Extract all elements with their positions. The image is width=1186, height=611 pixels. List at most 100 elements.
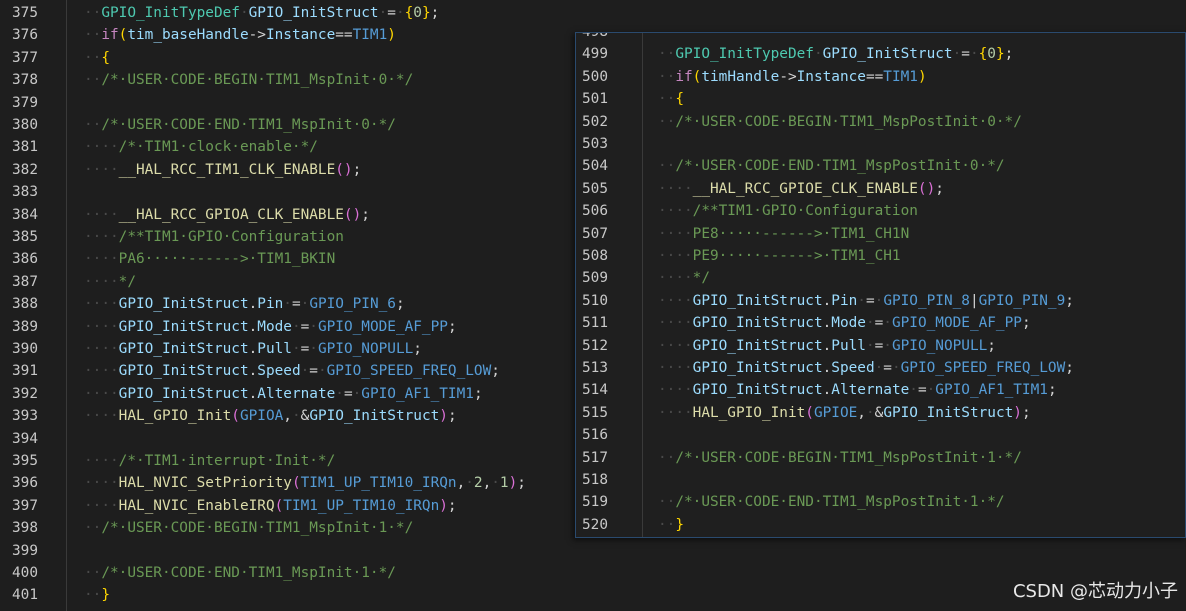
- code-line[interactable]: 508 ····PE9·····------>·TIM1_CH1: [576, 245, 1185, 267]
- code-token: /**TIM1·GPIO·Configuration: [692, 203, 918, 220]
- code-token: ==: [335, 27, 353, 44]
- code-line[interactable]: 400 ··/*·USER·CODE·END·TIM1_MspInit·1·*/: [0, 562, 1186, 584]
- code-line[interactable]: 516: [576, 424, 1185, 446]
- code-line[interactable]: 519 ··/*·USER·CODE·END·TIM1_MspPostInit·1…: [576, 491, 1185, 513]
- right-code-editor[interactable]: 498 499 ··GPIO_InitTypeDef·GPIO_InitStruct…: [575, 32, 1186, 538]
- code-token: GPIO_PIN_8: [883, 292, 970, 309]
- line-number: 512: [582, 337, 608, 354]
- line-number: 381: [12, 139, 38, 156]
- code-line[interactable]: 507 ····PE8·····------>·TIM1_CH1N: [576, 223, 1185, 245]
- code-token: ·: [883, 337, 892, 354]
- code-line[interactable]: 500 ··if(timHandle->Instance==TIM1): [576, 66, 1185, 88]
- code-text: ··/*·USER·CODE·END·TIM1_MspPostInit·1·*/: [658, 491, 1005, 513]
- code-token: ·: [352, 385, 362, 402]
- code-line[interactable]: 510 ····GPIO_InitStruct.Pin·=·GPIO_PIN_8|…: [576, 290, 1185, 312]
- code-line[interactable]: 401 ··}: [0, 584, 1186, 606]
- code-token: ··: [658, 494, 676, 511]
- code-token: ····: [658, 292, 693, 309]
- code-line[interactable]: 509 ····*/: [576, 267, 1185, 289]
- code-token: /*·USER·CODE·BEGIN·TIM1_MspPostInit·0·*/: [675, 113, 1022, 130]
- code-text: ··}: [84, 584, 110, 606]
- code-text: ··/*·USER·CODE·END·TIM1_MspInit·0·*/: [84, 114, 396, 136]
- code-text: ··/*·USER·CODE·END·TIM1_MspPostInit·0·*/: [658, 155, 1005, 177]
- code-token: ,: [283, 408, 292, 425]
- line-number: 506: [582, 203, 608, 220]
- line-number: 391: [12, 363, 38, 380]
- code-token: ·: [283, 296, 292, 313]
- code-line[interactable]: 498: [576, 33, 1185, 43]
- code-token: .: [822, 382, 832, 399]
- code-token: ····: [658, 337, 693, 354]
- code-token: ····: [84, 318, 119, 335]
- code-text: ····GPIO_InitStruct.Pull·=·GPIO_NOPULL;: [658, 335, 996, 357]
- code-token: {: [101, 49, 110, 66]
- code-token: /*·USER·CODE·BEGIN·TIM1_MspInit·1·*/: [101, 520, 414, 537]
- code-token: ,: [482, 475, 492, 492]
- code-token: .: [248, 318, 258, 335]
- code-token: Alternate: [257, 385, 336, 402]
- code-token: TIM1_UP_TIM10_IRQn: [283, 497, 440, 514]
- code-token: ··: [84, 72, 102, 89]
- code-token: GPIO_InitStruct: [692, 292, 823, 309]
- code-line[interactable]: 513 ····GPIO_InitStruct.Speed·=·GPIO_SPEE…: [576, 357, 1185, 379]
- code-token: ;: [447, 408, 457, 425]
- code-text: ····GPIO_InitStruct.Alternate·=·GPIO_AF1…: [658, 379, 1057, 401]
- code-token: .: [248, 363, 258, 380]
- code-line[interactable]: 501 ··{: [576, 88, 1185, 110]
- code-line[interactable]: 503: [576, 133, 1185, 155]
- line-number: 392: [12, 385, 38, 402]
- code-token: GPIO_InitTypeDef: [101, 5, 240, 21]
- code-text: ··/*·USER·CODE·BEGIN·TIM1_MspPostInit·0·…: [658, 111, 1022, 133]
- code-token: ··: [84, 520, 102, 537]
- code-token: ;: [1065, 292, 1074, 309]
- code-token: tim_baseHandle: [127, 27, 249, 44]
- code-token: ····: [658, 360, 693, 376]
- code-token: /*·USER·CODE·END·TIM1_MspPostInit·0·*/: [675, 158, 1005, 175]
- code-token: ····: [84, 408, 119, 425]
- code-token: ··: [84, 565, 102, 581]
- code-token: ····: [84, 139, 119, 156]
- code-token: ;: [1047, 382, 1057, 399]
- code-token: ·: [952, 46, 962, 63]
- code-token: GPIO_InitStruct: [883, 404, 1014, 421]
- code-token: 2: [473, 475, 483, 492]
- line-number: 384: [12, 206, 38, 223]
- code-text: ····GPIO_InitStruct.Speed·=·GPIO_SPEED_F…: [658, 357, 1074, 379]
- code-text: ··if(timHandle->Instance==TIM1): [658, 66, 927, 88]
- code-line[interactable]: 502 ··/*·USER·CODE·BEGIN·TIM1_MspPostInit…: [576, 111, 1185, 133]
- code-line[interactable]: 506 ····/**TIM1·GPIO·Configuration: [576, 200, 1185, 222]
- code-token: GPIO_InitStruct: [692, 337, 823, 354]
- code-token: ;: [1065, 360, 1074, 376]
- code-line[interactable]: 511 ····GPIO_InitStruct.Mode·=·GPIO_MODE_…: [576, 312, 1185, 334]
- code-token: ····: [658, 180, 693, 197]
- code-line[interactable]: 399: [0, 540, 1186, 562]
- code-token: ·: [491, 475, 500, 492]
- code-line[interactable]: 505 ····__HAL_RCC_GPIOE_CLK_ENABLE();: [576, 178, 1185, 200]
- code-token: ·: [874, 360, 884, 376]
- code-token: ··: [84, 5, 102, 21]
- code-token: ·: [891, 360, 901, 376]
- code-text: ··/*·USER·CODE·END·TIM1_MspInit·1·*/: [84, 562, 396, 584]
- code-token: &: [874, 404, 884, 421]
- code-token: GPIO_InitTypeDef: [675, 46, 814, 63]
- code-line[interactable]: 517 ··/*·USER·CODE·BEGIN·TIM1_MspPostInit…: [576, 447, 1185, 469]
- code-token: ;: [491, 363, 500, 380]
- code-text: ····PA6·····------>·TIM1_BKIN: [84, 248, 335, 270]
- code-line[interactable]: 512 ····GPIO_InitStruct.Pull·=·GPIO_NOPUL…: [576, 335, 1185, 357]
- code-token: TIM1_UP_TIM10_IRQn: [300, 475, 457, 492]
- code-line[interactable]: 504 ··/*·USER·CODE·END·TIM1_MspPostInit·0…: [576, 155, 1185, 177]
- code-token: ·: [395, 5, 405, 21]
- code-line[interactable]: 515 ····HAL_GPIO_Init(GPIOE,·&GPIO_InitSt…: [576, 402, 1185, 424]
- code-token: ·: [969, 46, 979, 63]
- code-text: ····GPIO_InitStruct.Speed·=·GPIO_SPEED_F…: [84, 360, 500, 382]
- code-line[interactable]: 499 ··GPIO_InitTypeDef·GPIO_InitStruct·=·…: [576, 43, 1185, 65]
- code-token: GPIO_InitStruct: [118, 318, 249, 335]
- code-text: ····GPIO_InitStruct.Alternate·=·GPIO_AF1…: [84, 383, 483, 405]
- code-line[interactable]: 375 ··GPIO_InitTypeDef·GPIO_InitStruct·=·…: [0, 2, 1186, 24]
- code-token: ····: [84, 229, 119, 245]
- code-line[interactable]: 520 ··}: [576, 514, 1185, 536]
- code-token: ····: [84, 251, 119, 268]
- code-line[interactable]: 518: [576, 469, 1185, 491]
- code-line[interactable]: 514 ····GPIO_InitStruct.Alternate·=·GPIO_…: [576, 379, 1185, 401]
- code-token: ··: [84, 587, 102, 604]
